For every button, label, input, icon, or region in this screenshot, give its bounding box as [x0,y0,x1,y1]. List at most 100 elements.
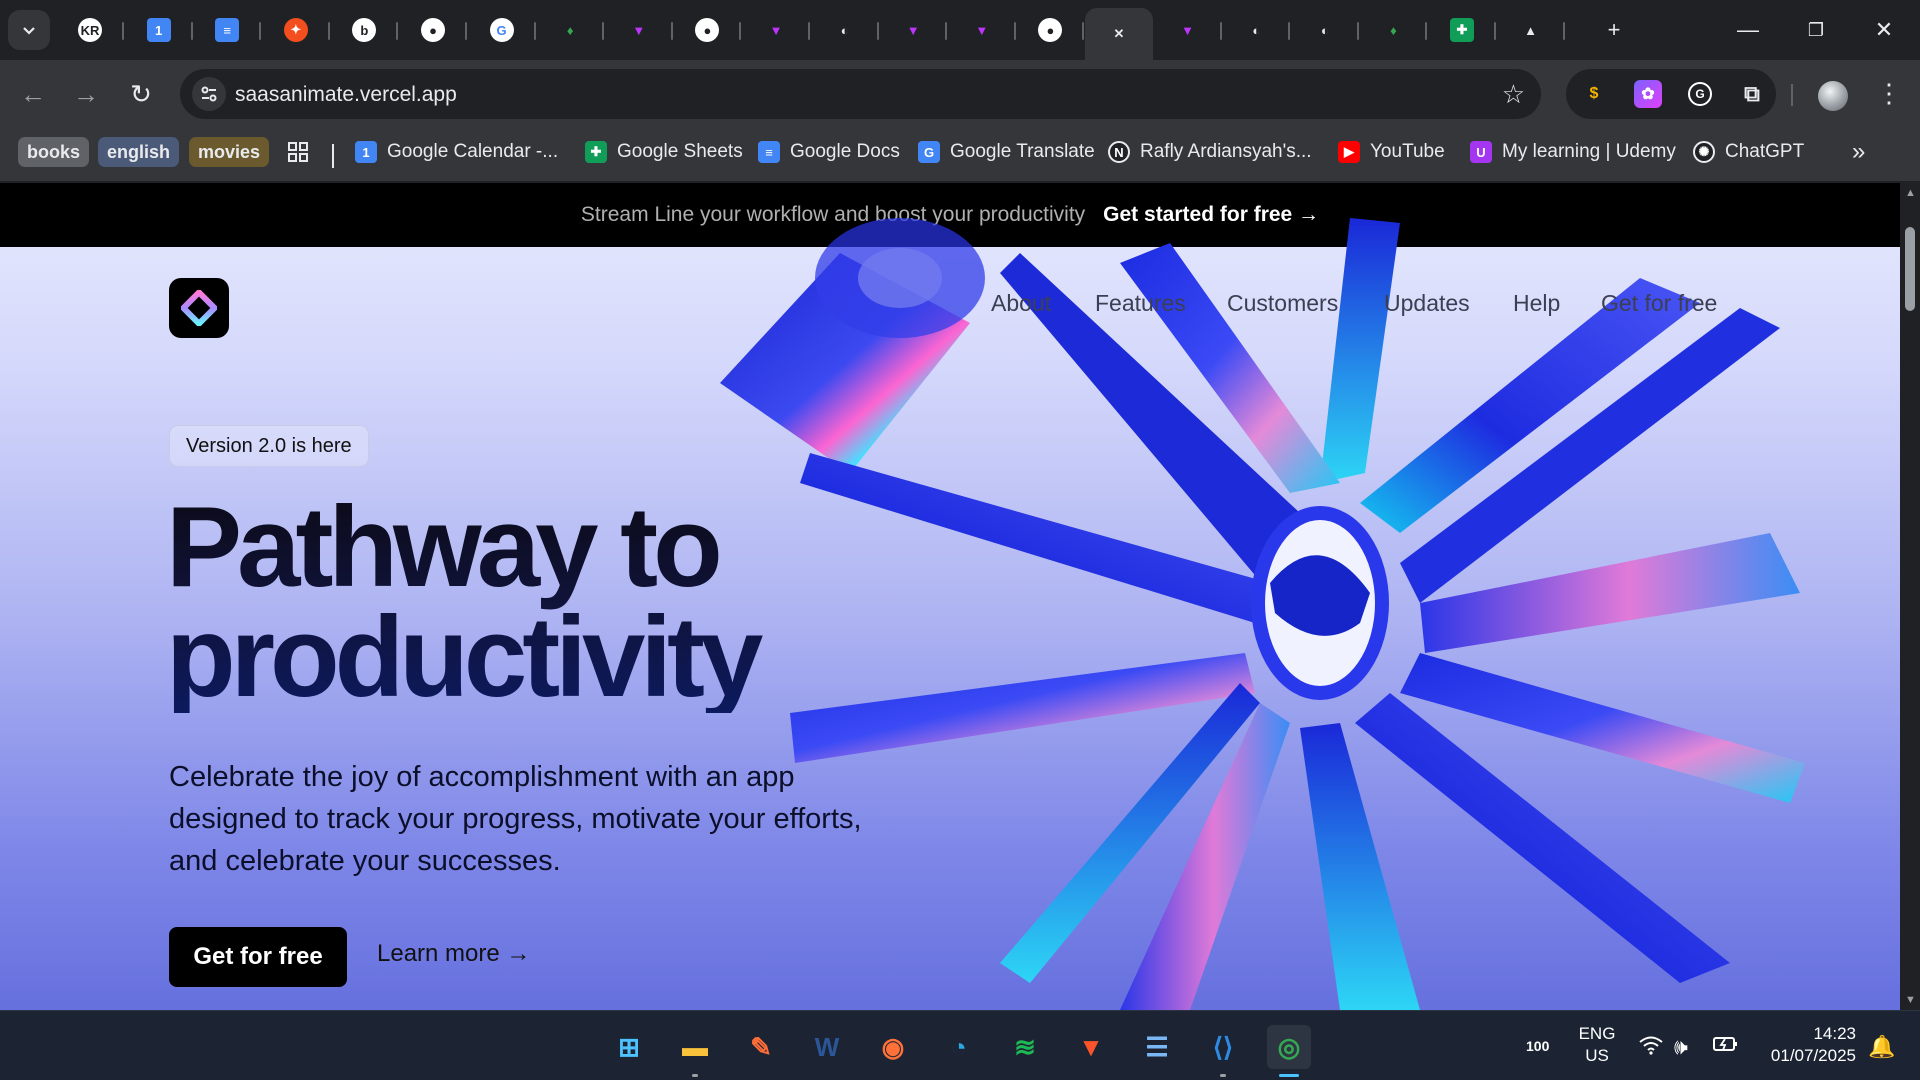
bookmark-item[interactable]: ▶ YouTube [1338,136,1445,168]
taskbar-app[interactable]: ☰ [1135,1025,1179,1069]
bookmark-folder-movies[interactable]: movies [189,137,270,167]
clock[interactable]: 14:23 01/07/2025 [1758,1023,1856,1067]
browser-tab[interactable]: ▼ [605,8,673,52]
scroll-up-arrow-icon[interactable]: ▲ [1905,187,1916,199]
google-sheets-icon: ✚ [585,141,607,163]
taskbar-app[interactable]: ◔ [937,1025,981,1069]
bookmark-item[interactable]: 1 Google Calendar -... [355,136,558,168]
taskbar-app[interactable]: ✎ [739,1025,783,1069]
browser-tab[interactable]: ◐ [1222,8,1291,52]
browser-tab[interactable]: KR [56,8,124,52]
browser-tab[interactable]: G [468,8,536,52]
close-icon[interactable]: ✕ [1107,22,1131,46]
coins-extension-icon[interactable]: $ [1580,80,1608,108]
announcement-cta-link[interactable]: Get started for free → [1103,203,1319,227]
scroll-down-arrow-icon[interactable]: ▼ [1905,994,1916,1006]
browser-tab[interactable]: ✕ [1085,8,1153,60]
taskbar-app[interactable]: W [805,1025,849,1069]
browser-tab[interactable]: ✦ [262,8,330,52]
close-window-button[interactable]: ✕ [1850,0,1918,60]
site-info-button[interactable] [192,77,226,111]
taskbar-app[interactable]: ◎ [1267,1025,1311,1077]
browser-tab[interactable]: ✚ [1428,8,1496,52]
nav-link-updates[interactable]: Updates [1384,290,1470,324]
chevron-double-right-icon: » [1852,138,1866,165]
tab-search-button[interactable] [8,10,50,50]
brain-extension-icon[interactable]: ✿ [1634,80,1662,108]
bookmark-star-icon[interactable]: ☆ [1502,79,1525,110]
bookmark-folder-english[interactable]: english [98,137,180,167]
volume-icon[interactable]: 🕪 [1674,1034,1688,1060]
taskbar-app[interactable]: ⟨⟩ [1201,1025,1245,1077]
nav-link-features[interactable]: Features [1095,290,1186,324]
bookmark-item[interactable]: ✚ Google Sheets [585,136,743,168]
grammarly-extension-icon[interactable]: G [1688,82,1712,106]
browser-tab[interactable]: ♦ [1359,8,1428,52]
get-for-free-button[interactable]: Get for free [169,927,347,987]
taskbar-app[interactable]: ◉ [871,1025,915,1069]
taskbar-app[interactable]: ≋ [1003,1025,1047,1069]
brand-logo[interactable] [169,278,229,338]
apps-grid-button[interactable] [287,136,309,168]
address-bar[interactable]: saasanimate.vercel.app ☆ [180,69,1541,119]
browser-tab[interactable]: ◐ [811,8,879,52]
browser-tab[interactable]: ▼ [879,8,948,52]
nav-link-about[interactable]: About [991,290,1051,324]
browser-tab[interactable]: ▼ [948,8,1016,52]
scrollbar-thumb[interactable] [1905,227,1915,311]
wifi-icon[interactable] [1638,1034,1664,1062]
chatgpt-icon: ✺ [1693,141,1715,163]
learn-more-link[interactable]: Learn more → [377,940,530,968]
taskbar-app[interactable]: ▼ [1069,1025,1113,1069]
taskbar-app[interactable]: ⊞ [607,1025,651,1069]
bookmark-item[interactable]: ✺ ChatGPT [1693,136,1804,168]
page-scrollbar[interactable]: ▲ ▼ [1900,183,1920,1010]
browser-tab[interactable]: ♦ [536,8,605,52]
browser-tab[interactable]: ◐ [1291,8,1359,52]
nav-link-customers[interactable]: Customers [1227,290,1338,324]
new-tab-button[interactable]: + [1580,0,1648,60]
browser-tab[interactable]: ● [1016,8,1085,52]
bookmark-label: Google Sheets [617,141,743,162]
browser-tab[interactable]: ● [399,8,467,52]
github-icon: ● [1038,18,1063,42]
browser-tab[interactable]: ▼ [1154,8,1222,52]
google-docs-icon: ≡ [758,141,780,163]
forward-button[interactable]: → [66,74,106,114]
url-text[interactable]: saasanimate.vercel.app [235,83,457,107]
nav-link-help[interactable]: Help [1513,290,1560,324]
more-menu-icon[interactable]: ⋮ [1876,78,1902,109]
browser-tab[interactable]: ≡ [193,8,262,52]
postman-icon: ✎ [750,1031,772,1062]
nav-link-get-for-free[interactable]: Get for free [1601,290,1717,324]
battery-percent[interactable]: 100 [1526,1035,1549,1057]
browser-tab[interactable]: b [330,8,399,52]
google-translate-icon: G [918,141,940,163]
bookmark-item[interactable]: U My learning | Udemy [1470,136,1676,168]
apps-grid-icon [288,142,308,162]
bookmark-folder-books[interactable]: books [18,137,90,167]
bookmark-item[interactable]: ≡ Google Docs [758,136,900,168]
battery-icon[interactable] [1712,1034,1740,1060]
announcement-text: Stream Line your workflow and boost your… [580,203,1086,226]
minimize-button[interactable]: — [1714,0,1782,60]
battery-charging-icon [1713,1037,1737,1051]
browser-tab[interactable]: ▲ [1497,8,1565,52]
bookmark-item[interactable]: G Google Translate [918,136,1095,168]
reload-button[interactable]: ↻ [121,74,161,114]
language-indicator[interactable]: ENG US [1576,1023,1618,1067]
more-bookmarks-button[interactable]: » [1852,136,1865,168]
bookmark-item[interactable]: N Rafly Ardiansyah's... [1108,136,1312,168]
profile-avatar[interactable] [1818,81,1848,111]
browser-tab[interactable]: 1 [125,8,193,52]
vite-icon: ▼ [626,18,651,42]
browser-tab[interactable]: ▼ [742,8,810,52]
extensions-puzzle-icon[interactable]: ⧉ [1738,80,1766,108]
restore-button[interactable]: ❐ [1782,0,1850,60]
browser-tab[interactable]: ● [673,8,742,52]
figma-icon: ✦ [283,18,308,42]
version-badge[interactable]: Version 2.0 is here [169,425,369,467]
back-button[interactable]: ← [13,74,53,114]
notification-bell-icon[interactable]: 🔔 [1868,1034,1895,1060]
taskbar-app[interactable]: ▬ [673,1025,717,1077]
